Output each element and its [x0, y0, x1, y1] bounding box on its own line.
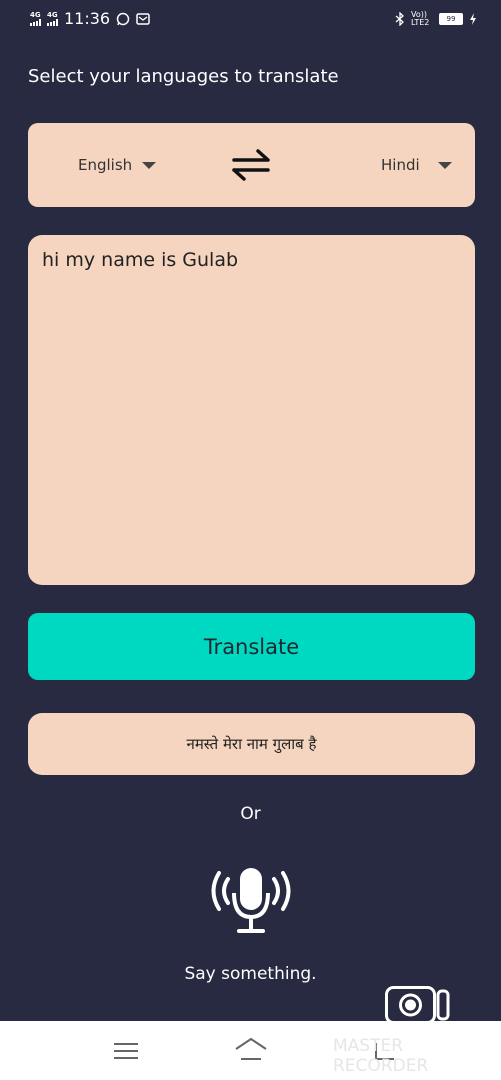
status-bar: 4G 4G 11:36 Vo)) LTE2 99	[0, 0, 501, 40]
source-text-input[interactable]: hi my name is Gulab	[28, 235, 475, 585]
source-language-dropdown[interactable]: English	[78, 156, 157, 174]
source-language-label: English	[78, 156, 133, 174]
page-title: Select your languages to translate	[28, 66, 339, 87]
translation-result-text: नमस्ते मेरा नाम गुलाब है	[186, 735, 317, 753]
source-text-value: hi my name is Gulab	[42, 249, 239, 271]
home-icon[interactable]	[234, 1037, 268, 1063]
battery-icon: 99	[439, 13, 463, 25]
charging-icon	[470, 13, 476, 25]
recorder-watermark: MASTER RECORDER	[333, 1036, 429, 1076]
message-icon	[136, 12, 150, 25]
microphone-icon[interactable]	[210, 865, 292, 937]
whatsapp-icon	[116, 12, 130, 25]
say-something-label: Say something.	[184, 964, 317, 984]
translate-button[interactable]: Translate	[28, 613, 475, 680]
language-selector-card: English Hindi	[28, 123, 475, 207]
record-icon[interactable]	[385, 986, 453, 1024]
translation-result: नमस्ते मेरा नाम गुलाब है	[28, 713, 475, 775]
clock: 11:36	[64, 9, 111, 28]
signal-2-icon: 4G	[47, 11, 58, 26]
chevron-down-icon	[437, 161, 452, 169]
target-language-dropdown[interactable]: Hindi	[381, 156, 452, 174]
volte-indicator: Vo)) LTE2	[411, 10, 430, 27]
swap-arrows-icon[interactable]	[228, 147, 274, 183]
signal-1-icon: 4G	[30, 11, 41, 26]
or-label: Or	[240, 804, 261, 824]
chevron-down-icon	[142, 161, 157, 169]
menu-icon[interactable]	[114, 1042, 138, 1060]
bluetooth-icon	[395, 12, 404, 26]
target-language-label: Hindi	[381, 156, 420, 174]
